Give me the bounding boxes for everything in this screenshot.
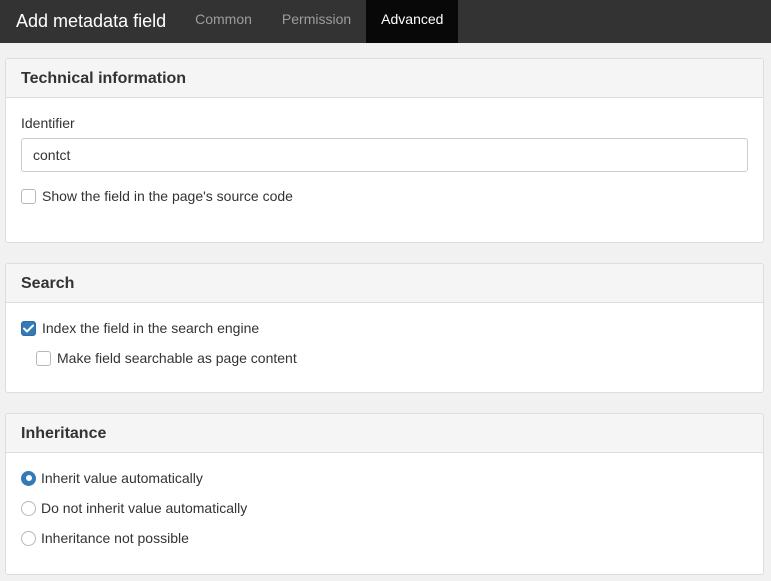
tab-common[interactable]: Common xyxy=(180,0,267,43)
show-in-source-option[interactable]: Show the field in the page's source code xyxy=(21,188,293,204)
searchable-content-option[interactable]: Make field searchable as page content xyxy=(36,350,297,366)
show-in-source-checkbox[interactable] xyxy=(21,188,36,204)
do-not-inherit-option[interactable]: Do not inherit value automatically xyxy=(21,500,247,516)
tab-advanced[interactable]: Advanced xyxy=(366,0,459,43)
identifier-input[interactable] xyxy=(21,138,748,172)
do-not-inherit-radio[interactable] xyxy=(21,500,36,516)
inherit-automatically-label: Inherit value automatically xyxy=(41,470,203,486)
radio-dot-icon xyxy=(25,475,32,481)
index-field-option[interactable]: Index the field in the search engine xyxy=(21,320,259,336)
search-heading: Search xyxy=(6,264,763,303)
inheritance-not-possible-option[interactable]: Inheritance not possible xyxy=(21,530,189,546)
top-bar: Add metadata field Common Permission Adv… xyxy=(0,0,771,43)
show-in-source-label: Show the field in the page's source code xyxy=(42,188,293,204)
index-field-checkbox[interactable] xyxy=(21,320,36,336)
do-not-inherit-label: Do not inherit value automatically xyxy=(41,500,248,516)
search-panel: Search Index the field in the search eng… xyxy=(5,263,764,393)
check-icon xyxy=(23,324,34,332)
tab-permission[interactable]: Permission xyxy=(267,0,366,43)
inherit-automatically-radio[interactable] xyxy=(21,470,36,486)
inheritance-not-possible-radio[interactable] xyxy=(21,530,36,546)
inherit-automatically-option[interactable]: Inherit value automatically xyxy=(21,470,203,486)
inheritance-panel: Inheritance Inherit value automatically … xyxy=(5,413,764,575)
inheritance-heading: Inheritance xyxy=(6,414,763,453)
technical-information-heading: Technical information xyxy=(6,59,763,98)
dialog-title: Add metadata field xyxy=(16,11,167,31)
searchable-content-checkbox[interactable] xyxy=(36,350,51,366)
identifier-label: Identifier xyxy=(21,115,75,131)
index-field-label: Index the field in the search engine xyxy=(42,320,260,336)
searchable-content-label: Make field searchable as page content xyxy=(57,350,297,366)
technical-information-panel: Technical information Identifier Show th… xyxy=(5,58,764,243)
inheritance-not-possible-label: Inheritance not possible xyxy=(41,530,189,546)
